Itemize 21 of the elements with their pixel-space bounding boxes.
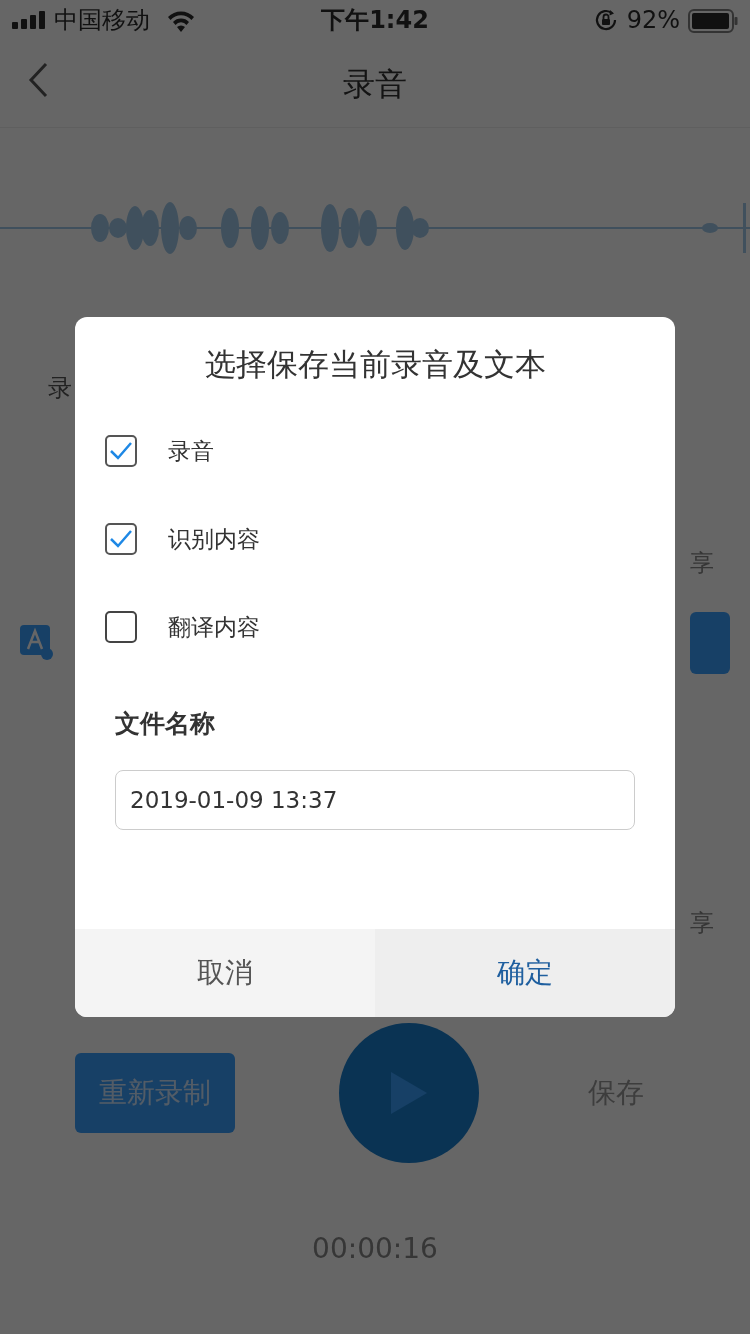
battery-icon	[688, 9, 738, 33]
dialog-title: 选择保存当前录音及文本	[203, 345, 547, 384]
battery-percent: 92%	[626, 5, 680, 36]
option-label[interactable]: 翻译内容	[168, 609, 260, 645]
translate-icon[interactable]	[20, 625, 54, 661]
clock-time: 下午1:42	[321, 5, 429, 36]
screen-title: 录音	[343, 63, 407, 105]
carrier-name: 中国移动	[54, 5, 150, 36]
cancel-button[interactable]: 取消	[75, 929, 375, 1017]
wifi-icon	[166, 10, 196, 32]
file-name-field[interactable]: 2019-01-09 13:37	[115, 770, 635, 830]
option-label[interactable]: 识别内容	[168, 521, 260, 557]
checkbox[interactable]	[105, 435, 137, 467]
option-label[interactable]: 录音	[168, 433, 214, 469]
confirm-button[interactable]: 确定	[375, 929, 675, 1017]
checkbox[interactable]	[105, 611, 137, 643]
field-label: 文件名称	[114, 708, 216, 740]
section-label: 录	[48, 373, 72, 404]
signal-icon	[12, 11, 46, 29]
back-icon[interactable]	[28, 62, 48, 98]
checkbox[interactable]	[105, 523, 137, 555]
